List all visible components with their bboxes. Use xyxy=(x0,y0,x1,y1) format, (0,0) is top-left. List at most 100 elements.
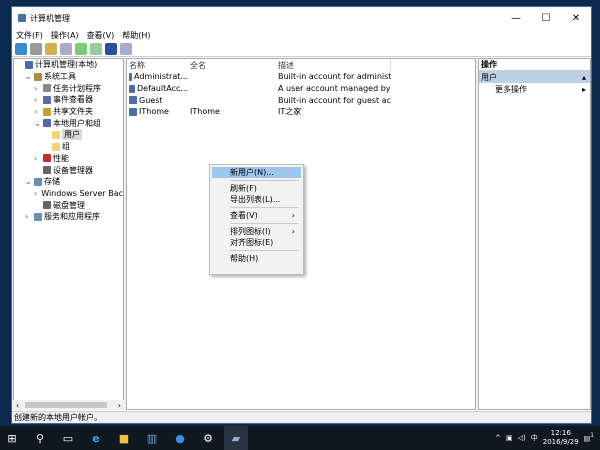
tree-item[interactable]: 设备管理器 xyxy=(14,164,123,176)
context-menu-item[interactable]: 刷新(F) xyxy=(212,183,301,194)
tree-item-label: 任务计划程序 xyxy=(53,83,101,93)
tray-chevron-icon[interactable]: ^ xyxy=(495,434,501,442)
user-icon xyxy=(129,107,137,116)
up-icon[interactable] xyxy=(45,42,57,55)
node-icon xyxy=(52,142,60,151)
actions-section-users[interactable]: 用户 ▴ xyxy=(479,71,590,83)
menu-view[interactable]: 查看(V) xyxy=(87,30,115,41)
maximize-button[interactable]: ☐ xyxy=(531,13,561,24)
browser-icon[interactable]: ● xyxy=(168,426,192,450)
forward-icon[interactable] xyxy=(30,42,42,55)
close-button[interactable]: ✕ xyxy=(561,13,591,24)
expand-arrow-icon[interactable]: › xyxy=(25,212,32,221)
tree-item-label: 磁盘管理 xyxy=(53,200,85,210)
tree-item[interactable]: ⌄ 本地用户和组 xyxy=(14,117,123,129)
notification-icon[interactable]: ▤1 xyxy=(584,433,594,442)
tree-item[interactable]: › 性能 xyxy=(14,153,123,165)
search-icon[interactable]: ⚲ xyxy=(28,426,52,450)
refresh-icon[interactable] xyxy=(75,42,87,55)
expand-arrow-icon[interactable]: › xyxy=(34,84,41,93)
file-explorer-icon[interactable]: ■ xyxy=(112,426,136,450)
tree-item[interactable]: ⌄ 系统工具 xyxy=(14,71,123,83)
actions-pane: 操作 用户 ▴ 更多操作 ▸ xyxy=(478,58,591,410)
tree-item[interactable]: › 事件查看器 xyxy=(14,94,123,106)
tree-item[interactable]: 用户 xyxy=(14,129,123,141)
taskbar: ⊞ ⚲ ▭ e ■ ▥ ● ⚙ ▰ ^ ▣ ◁) 中 12:16 2016/9/2… xyxy=(0,426,600,450)
user-icon xyxy=(129,72,133,81)
user-description: Built-in account for administeri... xyxy=(278,72,391,82)
tree-item[interactable]: 组 xyxy=(14,141,123,153)
title-bar: 计算机管理 — ☐ ✕ xyxy=(12,7,591,29)
context-menu-item[interactable]: 帮助(H) xyxy=(212,253,301,264)
user-fullname: IThome xyxy=(190,107,220,117)
expand-arrow-icon[interactable]: ⌄ xyxy=(34,119,41,128)
window-title: 计算机管理 xyxy=(30,13,70,23)
tree-item[interactable]: › Windows Server Back xyxy=(14,188,123,200)
node-icon xyxy=(43,95,51,104)
table-row[interactable]: Administrat... Built-in account for admin… xyxy=(127,71,475,83)
tree-item[interactable]: › 服务和应用程序 xyxy=(14,211,123,223)
ime-icon[interactable]: 中 xyxy=(531,433,538,443)
column-description[interactable]: 描述 xyxy=(276,59,391,71)
expand-arrow-icon[interactable]: › xyxy=(34,189,37,198)
menu-item-label: 排列图标(I) xyxy=(230,227,271,236)
menu-item-label: 导出列表(L)... xyxy=(230,195,281,204)
minimize-button[interactable]: — xyxy=(501,13,531,24)
table-row[interactable]: Guest Built-in account for guest acce... xyxy=(127,94,475,106)
expand-arrow-icon[interactable]: ⌄ xyxy=(25,72,32,81)
tree-item-label: 用户 xyxy=(62,129,82,141)
start-icon[interactable]: ⊞ xyxy=(0,426,24,450)
column-name[interactable]: 名称 xyxy=(127,60,188,71)
tree-item[interactable]: ⌄ 存储 xyxy=(14,176,123,188)
menu-item-label: 帮助(H) xyxy=(230,254,259,263)
expand-arrow-icon[interactable]: › xyxy=(34,107,41,116)
tree-item-label: 服务和应用程序 xyxy=(44,212,100,222)
network-icon[interactable]: ▣ xyxy=(506,434,513,442)
help-icon[interactable] xyxy=(105,42,117,55)
context-menu-item[interactable]: 排列图标(I) › xyxy=(212,226,301,237)
more-actions[interactable]: 更多操作 ▸ xyxy=(479,83,590,95)
user-description: Built-in account for guest acce... xyxy=(278,95,391,105)
context-menu-item[interactable]: 对齐图标(E) xyxy=(212,237,301,248)
menu-item-label: 对齐图标(E) xyxy=(230,238,274,247)
menu-item-label: 新用户(N)... xyxy=(230,168,274,177)
menu-separator xyxy=(230,180,299,181)
server-manager-icon[interactable]: ▥ xyxy=(140,426,164,450)
back-icon[interactable] xyxy=(15,42,27,55)
menu-help[interactable]: 帮助(H) xyxy=(122,30,150,41)
show-action-pane-icon[interactable] xyxy=(120,42,132,55)
settings-icon[interactable]: ⚙ xyxy=(196,426,220,450)
task-view-icon[interactable]: ▭ xyxy=(56,426,80,450)
context-menu-item[interactable]: 导出列表(L)... xyxy=(212,194,301,205)
app-icon xyxy=(18,14,26,22)
clock[interactable]: 12:16 2016/9/29 xyxy=(543,429,579,447)
column-fullname[interactable]: 全名 xyxy=(188,60,276,71)
user-name: DefaultAcc... xyxy=(137,84,188,94)
tree-item-label: 性能 xyxy=(53,153,69,163)
volume-icon[interactable]: ◁) xyxy=(518,434,526,442)
computer-management-taskbar-icon[interactable]: ▰ xyxy=(224,426,248,450)
menu-separator xyxy=(230,250,299,251)
expand-arrow-icon[interactable]: ⌄ xyxy=(25,177,32,186)
date: 2016/9/29 xyxy=(542,438,579,446)
context-menu-item[interactable]: 新用户(N)... xyxy=(212,167,301,178)
export-icon[interactable] xyxy=(90,42,102,55)
tree-item[interactable]: 计算机管理(本地) xyxy=(14,59,123,71)
menu-action[interactable]: 操作(A) xyxy=(51,30,79,41)
table-row[interactable]: DefaultAcc... A user account managed by t… xyxy=(127,83,475,95)
table-row[interactable]: IThome IThome IT之家 xyxy=(127,106,475,118)
tree-item[interactable]: 磁盘管理 xyxy=(14,199,123,211)
tree-item[interactable]: › 共享文件夹 xyxy=(14,106,123,118)
edge-icon[interactable]: e xyxy=(84,426,108,450)
node-icon xyxy=(43,107,51,116)
context-menu-item[interactable]: 查看(V) › xyxy=(212,210,301,221)
tree-horizontal-scrollbar[interactable]: ‹ › xyxy=(13,400,124,410)
menu-file[interactable]: 文件(F) xyxy=(16,30,43,41)
show-hide-tree-icon[interactable] xyxy=(60,42,72,55)
user-name: Administrat... xyxy=(134,72,188,82)
expand-arrow-icon[interactable]: › xyxy=(34,154,41,163)
expand-arrow-icon[interactable]: › xyxy=(34,95,41,104)
tree-item[interactable]: › 任务计划程序 xyxy=(14,82,123,94)
user-description: IT之家 xyxy=(278,107,302,117)
tree-item-label: 系统工具 xyxy=(44,72,76,82)
